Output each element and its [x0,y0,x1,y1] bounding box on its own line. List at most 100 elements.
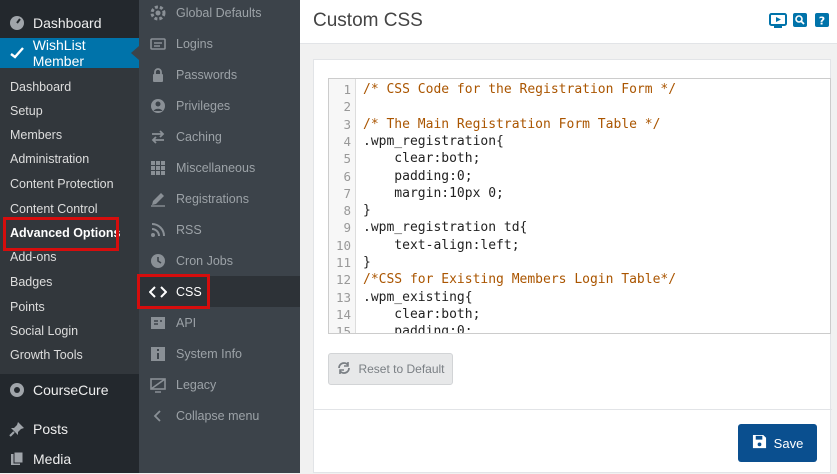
dashboard-icon [8,14,26,32]
code-line: .wpm_registration{ [363,133,504,149]
checkmark-icon [8,44,26,62]
code-line: /*CSS for Existing Members Login Table*/ [363,272,677,288]
arrows-icon [149,128,167,146]
lock-icon [149,66,167,84]
code-line: /* CSS Code for the Registration Form */ [363,82,677,97]
line-number: 11 [335,255,351,270]
nav-system-info[interactable]: System Info [139,338,300,369]
nav-logins[interactable]: Logins [139,28,300,59]
footer-divider [314,409,832,410]
nav-miscellaneous[interactable]: Miscellaneous [139,152,300,183]
nav-system-info-label: System Info [176,346,242,361]
code-line: /* The Main Registration Form Table */ [363,116,661,132]
grid-icon [149,159,167,177]
pin-icon [8,420,26,438]
highlight-css [137,274,210,309]
nav-cron-jobs-label: Cron Jobs [176,253,233,268]
clock-icon [149,252,167,270]
line-number-gutter: 1 2 3 4 5 6 7 8 9 10 11 12 13 14 15 [329,79,356,333]
line-number: 14 [335,306,351,322]
line-number: 6 [343,168,351,184]
line-number: 2 [343,99,351,115]
custom-css-panel: 1 2 3 4 5 6 7 8 9 10 11 12 13 14 15 /* C… [313,59,832,473]
save-button[interactable]: Save [738,424,817,462]
nav-passwords-label: Passwords [176,67,238,82]
nav-registrations-label: Registrations [176,191,249,206]
id-card-icon [149,35,167,53]
advanced-options-nav: Global Defaults Logins Passwords Privile… [139,0,300,473]
video-icon[interactable] [769,11,787,29]
nav-privileges[interactable]: Privileges [139,90,300,121]
code-line: clear:both; [363,306,481,322]
submenu-social-login[interactable]: Social Login [10,324,78,338]
nav-legacy[interactable]: Legacy [139,369,300,400]
header-icons: ? [769,11,831,29]
api-icon [149,314,167,332]
line-number: 12 [335,272,351,288]
media-icon [8,450,26,468]
svg-text:?: ? [819,15,825,28]
submenu-badges[interactable]: Badges [10,275,52,289]
help-icon[interactable]: ? [813,11,831,29]
submenu-content-protection[interactable]: Content Protection [10,177,114,191]
code-line: .wpm_registration td{ [363,220,528,236]
line-number: 3 [343,116,351,132]
nav-cron-jobs[interactable]: Cron Jobs [139,245,300,276]
nav-collapse-menu-label: Collapse menu [176,408,260,423]
nav-global-defaults-label: Global Defaults [176,5,262,20]
submenu-points[interactable]: Points [10,300,45,314]
reset-to-default-button[interactable]: Reset to Default [328,353,453,385]
code-line: text-align:left; [363,237,520,253]
wp-menu-coursecure[interactable]: CourseCure [0,375,139,405]
wp-menu-media[interactable]: Media [0,444,139,474]
legacy-icon [149,376,167,394]
line-number: 9 [343,220,351,236]
submenu-members[interactable]: Members [10,128,62,142]
submenu-growth-tools[interactable]: Growth Tools [10,348,83,362]
line-number: 8 [343,203,351,219]
nav-legacy-label: Legacy [176,377,217,392]
submenu-content-control[interactable]: Content Control [10,202,98,216]
line-number: 15 [335,324,351,334]
search-doc-icon[interactable] [791,11,809,29]
reset-to-default-label: Reset to Default [358,362,445,376]
wp-menu-coursecure-label: CourseCure [33,382,109,398]
highlight-advanced-options [3,217,119,251]
nav-api[interactable]: API [139,307,300,338]
code-line: } [363,255,371,270]
wp-menu-media-label: Media [33,451,72,467]
code-line: padding:0; [363,324,473,334]
wp-menu-wishlist-member-label: WishList Member [32,37,86,69]
gear-icon [149,4,167,22]
line-number: 1 [343,82,351,97]
nav-caching[interactable]: Caching [139,121,300,152]
line-number: 5 [343,151,351,167]
wp-menu-posts-label: Posts [33,421,69,437]
css-code-editor[interactable]: 1 2 3 4 5 6 7 8 9 10 11 12 13 14 15 /* C… [328,78,831,334]
submenu-dashboard[interactable]: Dashboard [10,80,71,94]
refresh-icon [336,361,352,378]
line-number: 10 [335,237,351,253]
submenu-add-ons[interactable]: Add-ons [10,250,57,264]
nav-registrations[interactable]: Registrations [139,183,300,214]
nav-passwords[interactable]: Passwords [139,59,300,90]
rss-icon [149,221,167,239]
chevron-left-icon [149,407,167,425]
nav-collapse-menu[interactable]: Collapse menu [139,400,300,431]
nav-caching-label: Caching [176,129,222,144]
wp-menu-wishlist-member[interactable]: WishList Member [0,37,139,69]
submenu-administration[interactable]: Administration [10,152,89,166]
nav-privileges-label: Privileges [176,98,231,113]
code-line: .wpm_existing{ [363,289,473,305]
wp-menu-posts[interactable]: Posts [0,414,139,444]
user-circle-icon [149,97,167,115]
info-icon [149,345,167,363]
page-header: Custom CSS ? [300,0,837,44]
floppy-disk-icon [752,434,767,452]
nav-rss[interactable]: RSS [139,214,300,245]
wp-menu-dashboard[interactable]: Dashboard [0,8,139,38]
line-number: 13 [335,289,351,305]
nav-miscellaneous-label: Miscellaneous [176,160,256,175]
nav-global-defaults[interactable]: Global Defaults [139,0,300,28]
submenu-setup[interactable]: Setup [10,104,43,118]
